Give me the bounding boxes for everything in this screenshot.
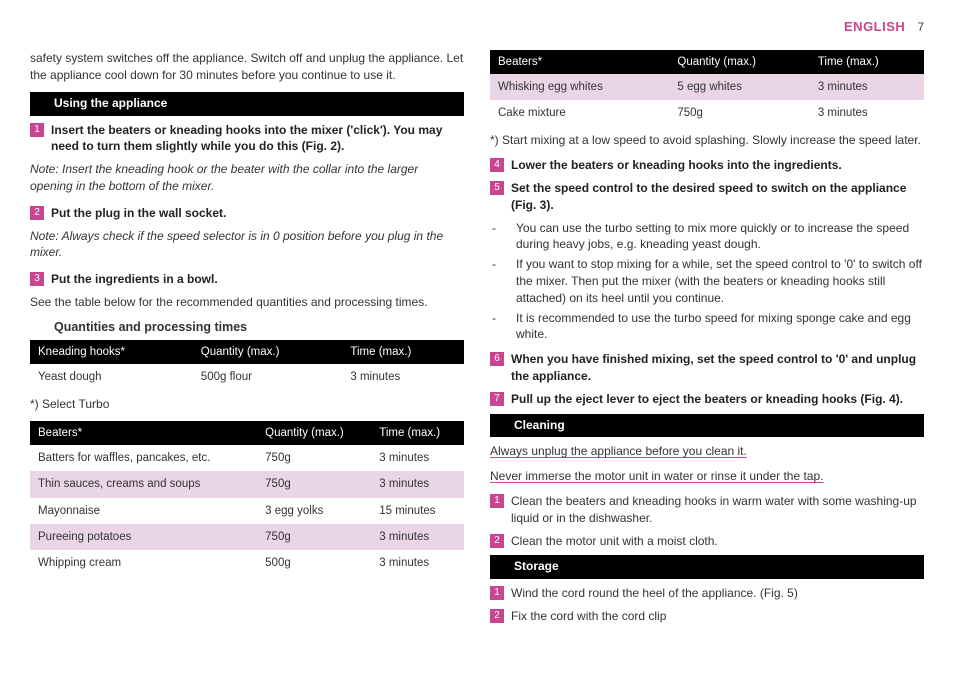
- step-6-text: When you have finished mixing, set the s…: [511, 351, 924, 385]
- table-row: Whipping cream 500g 3 minutes: [30, 550, 464, 576]
- note-2: Note: Always check if the speed selector…: [30, 228, 464, 262]
- storage-step-1: 1 Wind the cord round the heel of the ap…: [490, 585, 924, 602]
- step-7-text: Pull up the eject lever to eject the bea…: [511, 391, 924, 408]
- step-3-text: Put the ingredients in a bowl.: [51, 271, 464, 288]
- step-5-notes: You can use the turbo setting to mix mor…: [504, 220, 924, 344]
- step-badge-s2: 2: [490, 609, 504, 623]
- t3-h3: Time (max.): [810, 50, 924, 74]
- table-kneading-hooks: Kneading hooks* Quantity (max.) Time (ma…: [30, 340, 464, 390]
- table-beaters-2: Beaters* Quantity (max.) Time (max.) Whi…: [490, 50, 924, 126]
- clean-step-2: 2 Clean the motor unit with a moist clot…: [490, 533, 924, 550]
- step-badge-3: 3: [30, 272, 44, 286]
- step-badge-5: 5: [490, 181, 504, 195]
- table-row: Mayonnaise 3 egg yolks 15 minutes: [30, 498, 464, 524]
- step-2-text: Put the plug in the wall socket.: [51, 205, 464, 222]
- step-badge-c1: 1: [490, 494, 504, 508]
- step-badge-6: 6: [490, 352, 504, 366]
- step-1-text: Insert the beaters or kneading hooks int…: [51, 122, 464, 156]
- step-badge-2: 2: [30, 206, 44, 220]
- t2-h3: Time (max.): [371, 421, 464, 445]
- step-3-followup: See the table below for the recommended …: [30, 294, 464, 311]
- t3-h1: Beaters*: [490, 50, 669, 74]
- right-column: Beaters* Quantity (max.) Time (max.) Whi…: [490, 50, 924, 631]
- quantities-heading: Quantities and processing times: [54, 319, 464, 337]
- step-badge-c2: 2: [490, 534, 504, 548]
- t1-h2: Quantity (max.): [193, 340, 343, 364]
- t2-h2: Quantity (max.): [257, 421, 371, 445]
- list-item: It is recommended to use the turbo speed…: [504, 310, 924, 344]
- step-badge-1: 1: [30, 123, 44, 137]
- table-row: Whisking egg whites 5 egg whites 3 minut…: [490, 74, 924, 100]
- language-label: ENGLISH: [844, 18, 905, 36]
- step-5-text: Set the speed control to the desired spe…: [511, 180, 924, 214]
- content-columns: safety system switches off the appliance…: [30, 50, 924, 631]
- cleaning-warning-2: Never immerse the motor unit in water or…: [490, 468, 924, 485]
- cleaning-warning-1: Always unplug the appliance before you c…: [490, 443, 924, 460]
- section-using-appliance: Using the appliance: [30, 92, 464, 116]
- step-7: 7 Pull up the eject lever to eject the b…: [490, 391, 924, 408]
- list-item: If you want to stop mixing for a while, …: [504, 256, 924, 306]
- step-badge-7: 7: [490, 392, 504, 406]
- step-badge-s1: 1: [490, 586, 504, 600]
- t1-h1: Kneading hooks*: [30, 340, 193, 364]
- page-number: 7: [917, 19, 924, 36]
- step-3: 3 Put the ingredients in a bowl.: [30, 271, 464, 288]
- clean-2-text: Clean the motor unit with a moist cloth.: [511, 533, 924, 550]
- table-beaters-1: Beaters* Quantity (max.) Time (max.) Bat…: [30, 421, 464, 576]
- step-6: 6 When you have finished mixing, set the…: [490, 351, 924, 385]
- step-1: 1 Insert the beaters or kneading hooks i…: [30, 122, 464, 156]
- left-column: safety system switches off the appliance…: [30, 50, 464, 631]
- t3-h2: Quantity (max.): [669, 50, 809, 74]
- clean-1-text: Clean the beaters and kneading hooks in …: [511, 493, 924, 527]
- step-2: 2 Put the plug in the wall socket.: [30, 205, 464, 222]
- step-badge-4: 4: [490, 158, 504, 172]
- footnote-speed: *) Start mixing at a low speed to avoid …: [490, 132, 924, 149]
- step-4-text: Lower the beaters or kneading hooks into…: [511, 157, 924, 174]
- storage-1-text: Wind the cord round the heel of the appl…: [511, 585, 924, 602]
- section-cleaning: Cleaning: [490, 414, 924, 438]
- page-header: ENGLISH 7: [30, 18, 924, 36]
- table-row: Cake mixture 750g 3 minutes: [490, 100, 924, 126]
- note-1: Note: Insert the kneading hook or the be…: [30, 161, 464, 195]
- clean-step-1: 1 Clean the beaters and kneading hooks i…: [490, 493, 924, 527]
- table-row: Yeast dough 500g flour 3 minutes: [30, 364, 464, 390]
- storage-step-2: 2 Fix the cord with the cord clip: [490, 608, 924, 625]
- footnote-turbo: *) Select Turbo: [30, 396, 464, 413]
- table-row: Pureeing potatoes 750g 3 minutes: [30, 524, 464, 550]
- intro-text: safety system switches off the appliance…: [30, 50, 464, 84]
- step-4: 4 Lower the beaters or kneading hooks in…: [490, 157, 924, 174]
- t2-h1: Beaters*: [30, 421, 257, 445]
- table-row: Batters for waffles, pancakes, etc. 750g…: [30, 445, 464, 471]
- section-storage: Storage: [490, 555, 924, 579]
- table-row: Thin sauces, creams and soups 750g 3 min…: [30, 471, 464, 497]
- storage-2-text: Fix the cord with the cord clip: [511, 608, 924, 625]
- t1-h3: Time (max.): [342, 340, 464, 364]
- step-5: 5 Set the speed control to the desired s…: [490, 180, 924, 214]
- list-item: You can use the turbo setting to mix mor…: [504, 220, 924, 254]
